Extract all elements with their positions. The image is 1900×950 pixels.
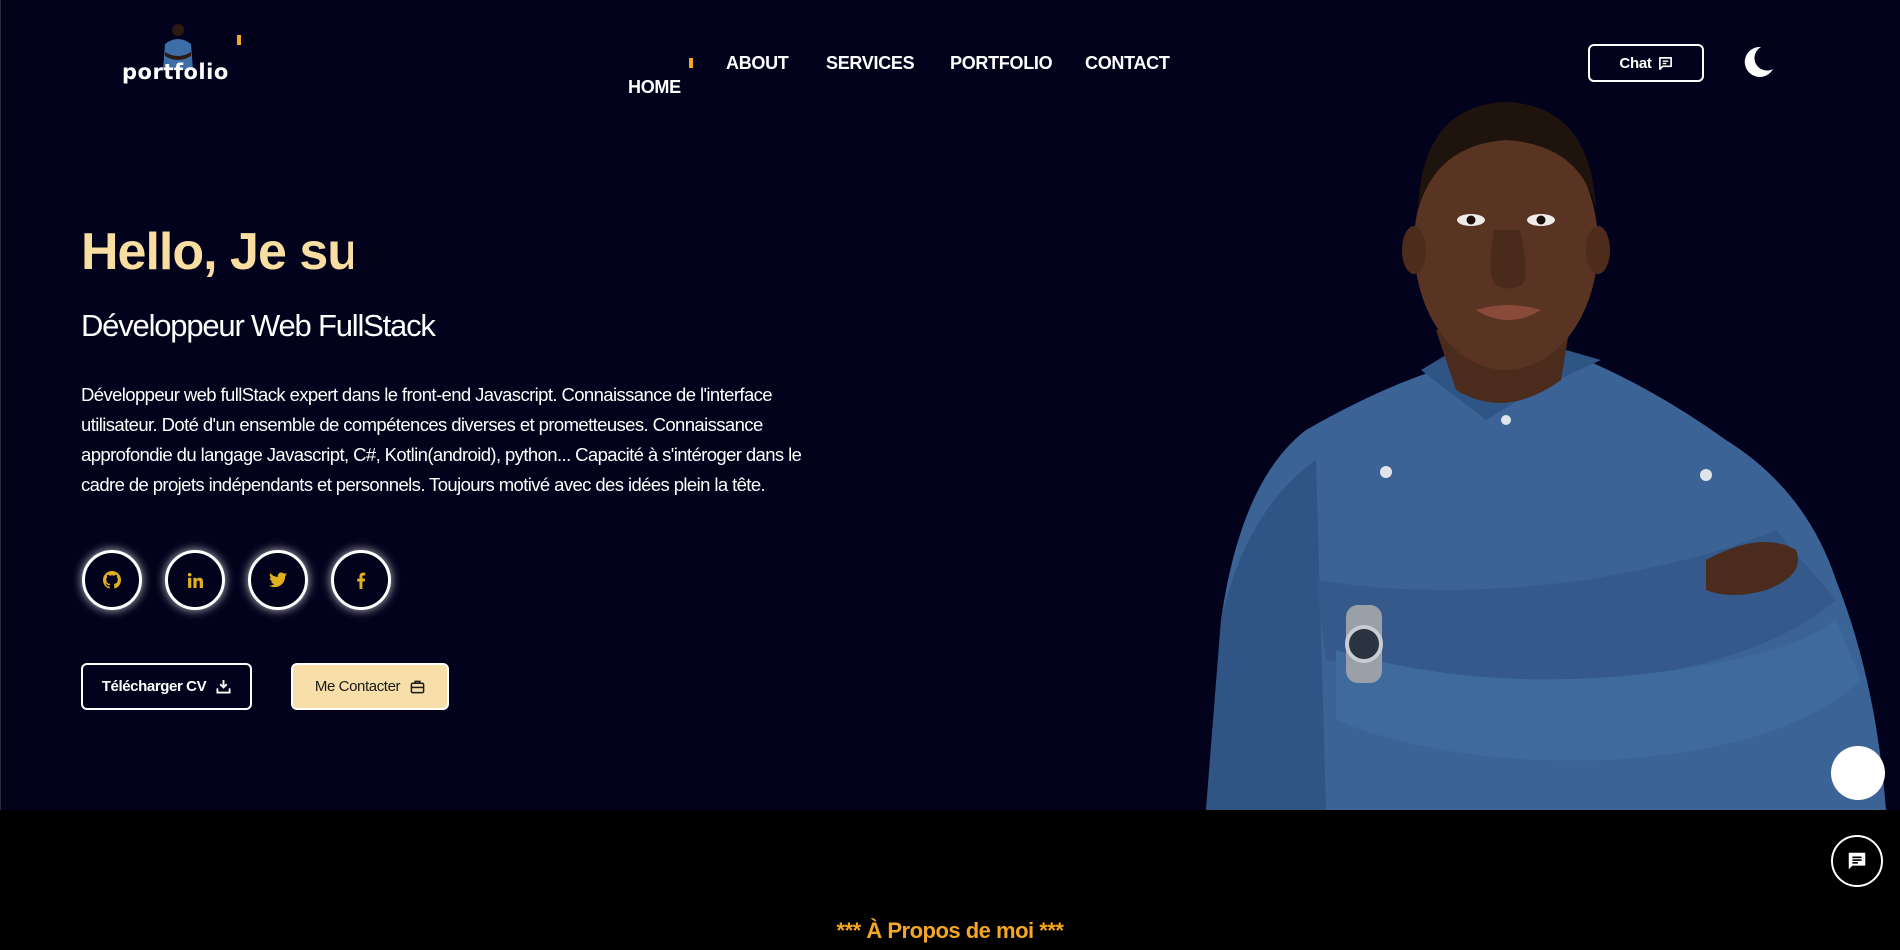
nav-services[interactable]: SERVICES [826, 53, 915, 74]
portrait-photo [1206, 102, 1886, 810]
download-cv-button[interactable]: Télécharger CV [81, 663, 252, 710]
github-icon [103, 571, 121, 589]
facebook-icon [357, 572, 366, 589]
contact-me-button[interactable]: Me Contacter [291, 663, 449, 710]
facebook-link[interactable] [331, 550, 391, 610]
briefcase-icon [410, 680, 425, 694]
nav-portfolio[interactable]: PORTFOLIO [950, 53, 1053, 74]
hero-greeting: Hello, Je suis [81, 223, 353, 281]
about-section-title: *** À Propos de moi *** [836, 918, 1064, 943]
twitter-icon [269, 572, 287, 588]
floating-action-button[interactable] [1831, 746, 1885, 800]
github-link[interactable] [82, 550, 142, 610]
hero-section: portfolio HOME ABOUT SERVICES PORTFOLIO … [0, 0, 1900, 810]
chat-bubble-icon [1848, 852, 1866, 870]
hero-role: Développeur Web FullStack [81, 308, 436, 343]
nav-home[interactable]: HOME [628, 77, 681, 98]
contact-me-label: Me Contacter [314, 678, 401, 695]
download-cv-label: Télécharger CV [101, 678, 207, 695]
twitter-link[interactable] [248, 550, 308, 610]
nav-about[interactable]: ABOUT [726, 53, 789, 74]
nav-contact[interactable]: CONTACT [1085, 53, 1170, 74]
chat-widget-button[interactable] [1831, 835, 1883, 887]
download-icon [216, 679, 231, 694]
linkedin-icon [187, 572, 203, 588]
hero-bio: Développeur web fullStack expert dans le… [81, 384, 802, 495]
page: portfolio HOME ABOUT SERVICES PORTFOLIO … [0, 0, 1900, 950]
linkedin-link[interactable] [165, 550, 225, 610]
active-nav-marker [689, 58, 693, 68]
